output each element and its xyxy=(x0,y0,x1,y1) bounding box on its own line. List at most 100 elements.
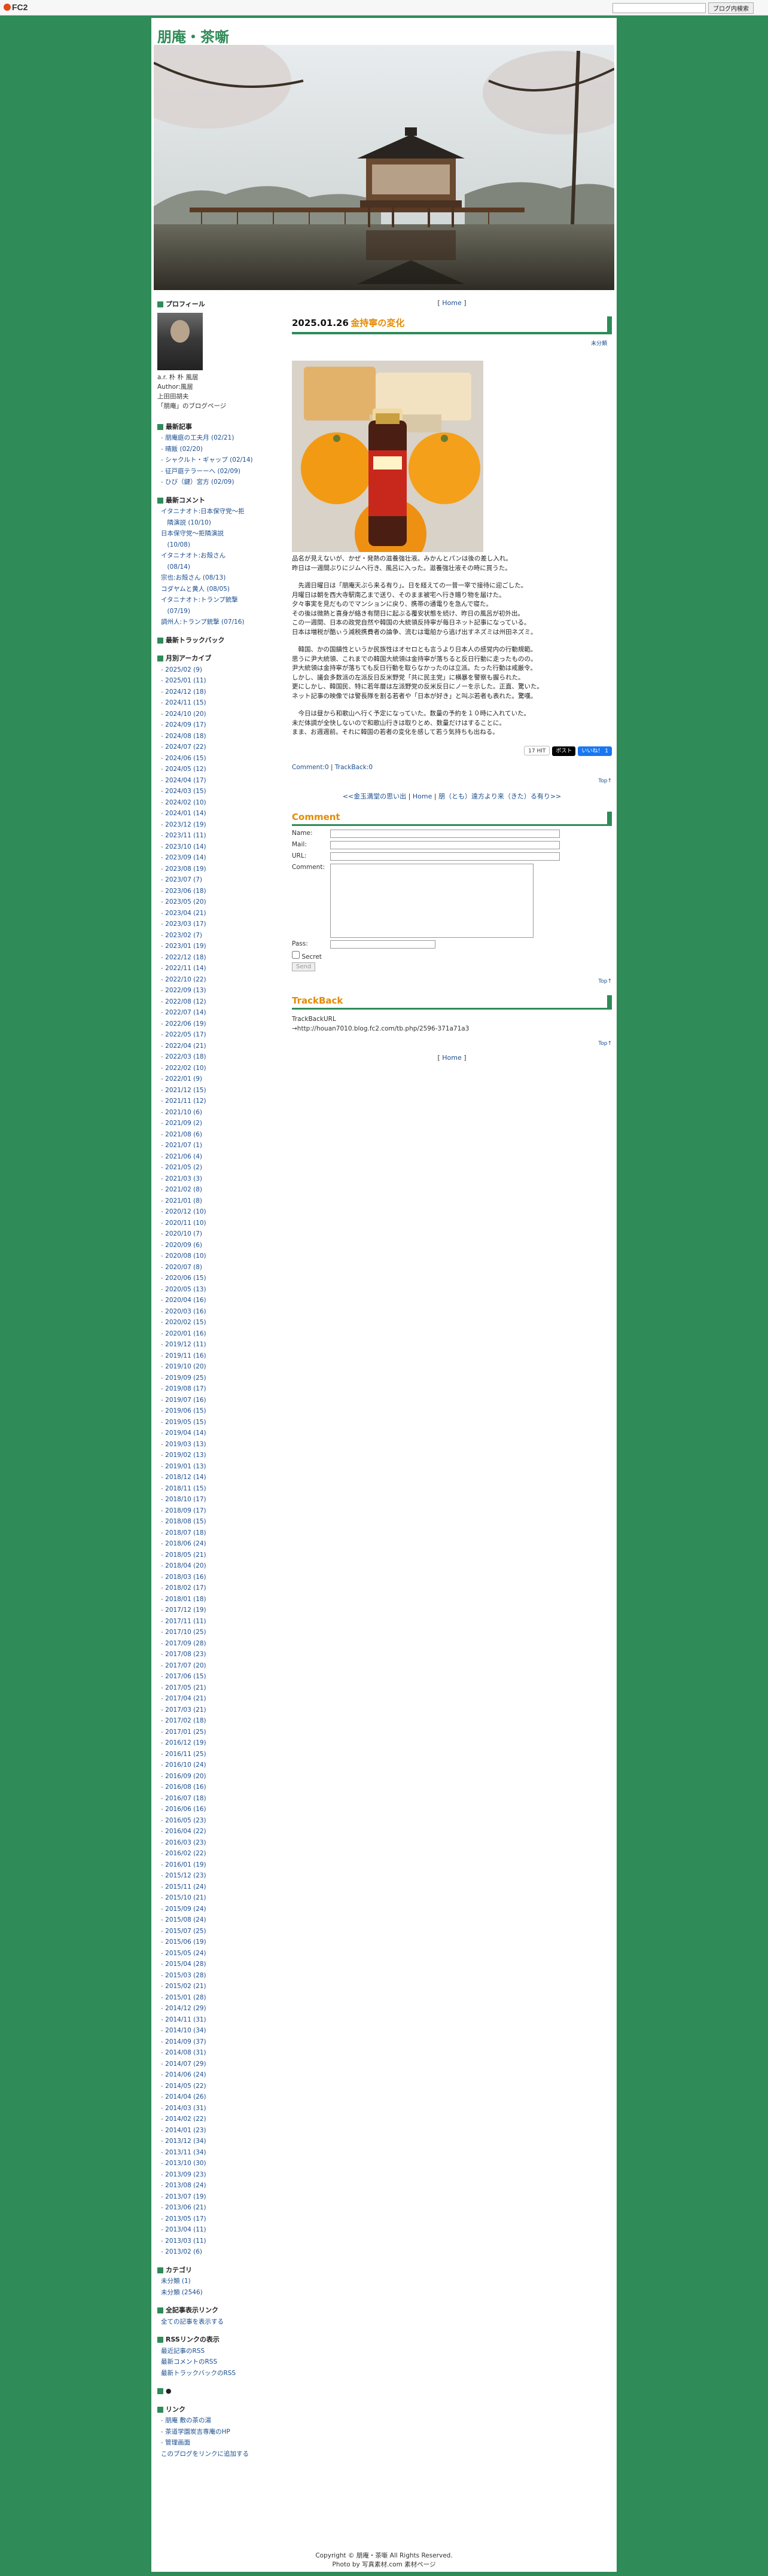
archives-link[interactable]: 2015/08 (24) xyxy=(161,1916,206,1923)
archives-link[interactable]: 2019/05 (15) xyxy=(161,1419,206,1426)
archives-link[interactable]: 2023/08 (19) xyxy=(161,865,206,873)
archives-link[interactable]: 2016/10 (24) xyxy=(161,1761,206,1769)
archives-link[interactable]: 2015/12 (23) xyxy=(161,1872,206,1879)
categories-link[interactable]: 未分類 (1) xyxy=(161,2278,191,2285)
archives-link[interactable]: 2018/12 (14) xyxy=(161,1474,206,1481)
archives-link[interactable]: 2018/02 (17) xyxy=(161,1584,206,1592)
archives-link[interactable]: 2019/02 (13) xyxy=(161,1452,206,1459)
archives-link[interactable]: 2020/02 (15) xyxy=(161,1319,206,1326)
archives-link[interactable]: 2020/10 (7) xyxy=(161,1230,202,1237)
archives-link[interactable]: 2023/09 (14) xyxy=(161,854,206,861)
archives-link[interactable]: 2013/03 (11) xyxy=(161,2237,206,2245)
next-entry-link[interactable]: 朋（とも）遠方より来（きた）る有り>> xyxy=(438,792,561,800)
archives-link[interactable]: 2021/10 (6) xyxy=(161,1109,202,1116)
archives-link[interactable]: 2025/02 (9) xyxy=(161,666,202,673)
archives-link[interactable]: 2020/05 (13) xyxy=(161,1286,206,1293)
recent-comments-link[interactable]: 宗也:お殻さん (08/13) xyxy=(161,574,225,581)
archives-link[interactable]: 2013/12 (34) xyxy=(161,2138,206,2145)
archives-link[interactable]: 2023/03 (17) xyxy=(161,920,206,928)
trackback-count-link[interactable]: TrackBack:0 xyxy=(335,764,373,771)
archives-link[interactable]: 2017/02 (18) xyxy=(161,1717,206,1724)
archives-link[interactable]: 2020/09 (6) xyxy=(161,1242,202,1249)
archives-link[interactable]: 2020/03 (16) xyxy=(161,1308,206,1315)
archives-link[interactable]: 2015/05 (24) xyxy=(161,1950,206,1957)
rss-link[interactable]: 最近記事のRSS xyxy=(161,2348,205,2355)
categories-link[interactable]: 未分類 (2546) xyxy=(161,2289,203,2296)
recent-comments-link[interactable]: 隣演説 (10/10) xyxy=(161,519,211,526)
archives-link[interactable]: 2016/05 (23) xyxy=(161,1817,206,1824)
archives-link[interactable]: 2018/11 (15) xyxy=(161,1485,206,1492)
archives-link[interactable]: 2017/10 (25) xyxy=(161,1629,206,1636)
archives-link[interactable]: 2022/05 (17) xyxy=(161,1031,206,1038)
archives-link[interactable]: 2021/12 (15) xyxy=(161,1087,206,1094)
archives-link[interactable]: 2014/10 (34) xyxy=(161,2027,206,2034)
archives-link[interactable]: 2022/10 (22) xyxy=(161,976,206,983)
archives-link[interactable]: 2018/07 (18) xyxy=(161,1529,206,1537)
archives-link[interactable]: 2016/11 (25) xyxy=(161,1751,206,1758)
recent-entries-link[interactable]: ひび（鍵）宮方 (02/09) xyxy=(161,478,234,486)
archives-link[interactable]: 2024/06 (15) xyxy=(161,755,206,762)
prev-entry-link[interactable]: <<金玉満堂の思い出 xyxy=(343,792,406,800)
recent-comments-link[interactable]: イタニナオト:トランプ銃撃 xyxy=(161,596,238,603)
archives-link[interactable]: 2014/08 (31) xyxy=(161,2049,206,2056)
archives-link[interactable]: 2016/04 (22) xyxy=(161,1828,206,1835)
archives-link[interactable]: 2018/05 (21) xyxy=(161,1551,206,1559)
archives-link[interactable]: 2015/10 (21) xyxy=(161,1894,206,1901)
recent-entries-link[interactable]: 朋庵庭の工夫月 (02/21) xyxy=(161,434,234,441)
archives-link[interactable]: 2024/08 (18) xyxy=(161,733,206,740)
archives-link[interactable]: 2021/08 (6) xyxy=(161,1131,202,1138)
mail-input[interactable] xyxy=(330,840,560,849)
archives-link[interactable]: 2023/12 (19) xyxy=(161,821,206,828)
recent-comments-link[interactable]: イタニナオト:日本保守党～拒 xyxy=(161,508,245,515)
home-link-nav[interactable]: Home xyxy=(413,792,432,800)
archives-link[interactable]: 2024/11 (15) xyxy=(161,699,206,706)
pass-input[interactable] xyxy=(330,940,435,949)
archives-link[interactable]: 2013/11 (34) xyxy=(161,2149,206,2156)
archives-link[interactable]: 2022/02 (10) xyxy=(161,1065,206,1072)
archives-link[interactable]: 2023/04 (21) xyxy=(161,910,206,917)
archives-link[interactable]: 2023/07 (7) xyxy=(161,876,202,883)
archives-link[interactable]: 2019/07 (16) xyxy=(161,1397,206,1404)
archives-link[interactable]: 2025/01 (11) xyxy=(161,677,206,684)
top-link[interactable]: Top↑ xyxy=(598,1041,612,1047)
archives-link[interactable]: 2014/06 (24) xyxy=(161,2071,206,2078)
archives-link[interactable]: 2013/04 (11) xyxy=(161,2226,206,2233)
archives-link[interactable]: 2023/06 (18) xyxy=(161,888,206,895)
archives-link[interactable]: 2021/11 (12) xyxy=(161,1098,206,1105)
archives-link[interactable]: 2019/06 (15) xyxy=(161,1407,206,1414)
archives-link[interactable]: 2021/02 (8) xyxy=(161,1186,202,1193)
site-title[interactable]: 朋庵・茶噺 xyxy=(157,25,229,46)
archives-link[interactable]: 2024/03 (15) xyxy=(161,788,206,795)
archives-link[interactable]: 2017/06 (15) xyxy=(161,1673,206,1680)
archives-link[interactable]: 2019/10 (20) xyxy=(161,1363,206,1370)
fc2-logo[interactable]: FC2 xyxy=(4,2,28,12)
send-button[interactable]: Send xyxy=(292,962,316,971)
archives-link[interactable]: 2021/09 (2) xyxy=(161,1120,202,1127)
home-link-bottom[interactable]: Home xyxy=(442,1054,461,1062)
archives-link[interactable]: 2014/09 (37) xyxy=(161,2038,206,2045)
archives-link[interactable]: 2024/02 (10) xyxy=(161,799,206,806)
recent-entries-link[interactable]: シャクルト・ギャップ (02/14) xyxy=(161,456,253,464)
archives-link[interactable]: 2021/05 (2) xyxy=(161,1164,202,1171)
archives-link[interactable]: 2015/11 (24) xyxy=(161,1883,206,1891)
archives-link[interactable]: 2020/07 (8) xyxy=(161,1264,202,1271)
archives-link[interactable]: 2018/08 (15) xyxy=(161,1518,206,1525)
archives-link[interactable]: 2020/12 (10) xyxy=(161,1208,206,1215)
recent-comments-link[interactable]: イタニナオト:お殻さん xyxy=(161,552,225,559)
archives-link[interactable]: 2017/11 (11) xyxy=(161,1618,206,1625)
archives-link[interactable]: 2014/12 (29) xyxy=(161,2005,206,2012)
archives-link[interactable]: 2024/10 (20) xyxy=(161,711,206,718)
archives-link[interactable]: 2018/04 (20) xyxy=(161,1562,206,1569)
archives-link[interactable]: 2022/06 (19) xyxy=(161,1020,206,1028)
archives-link[interactable]: 2015/07 (25) xyxy=(161,1928,206,1935)
recent-comments-link[interactable]: (10/08) xyxy=(161,541,190,548)
comment-textarea[interactable] xyxy=(330,863,534,938)
archives-link[interactable]: 2022/07 (14) xyxy=(161,1009,206,1016)
all-entries-link[interactable]: 全ての記事を表示する xyxy=(161,2318,224,2325)
archives-link[interactable]: 2017/01 (25) xyxy=(161,1728,206,1736)
archives-link[interactable]: 2023/10 (14) xyxy=(161,843,206,850)
blog-search-input[interactable] xyxy=(612,3,706,13)
archives-link[interactable]: 2018/03 (16) xyxy=(161,1574,206,1581)
archives-link[interactable]: 2018/06 (24) xyxy=(161,1540,206,1547)
archives-link[interactable]: 2022/01 (9) xyxy=(161,1075,202,1083)
